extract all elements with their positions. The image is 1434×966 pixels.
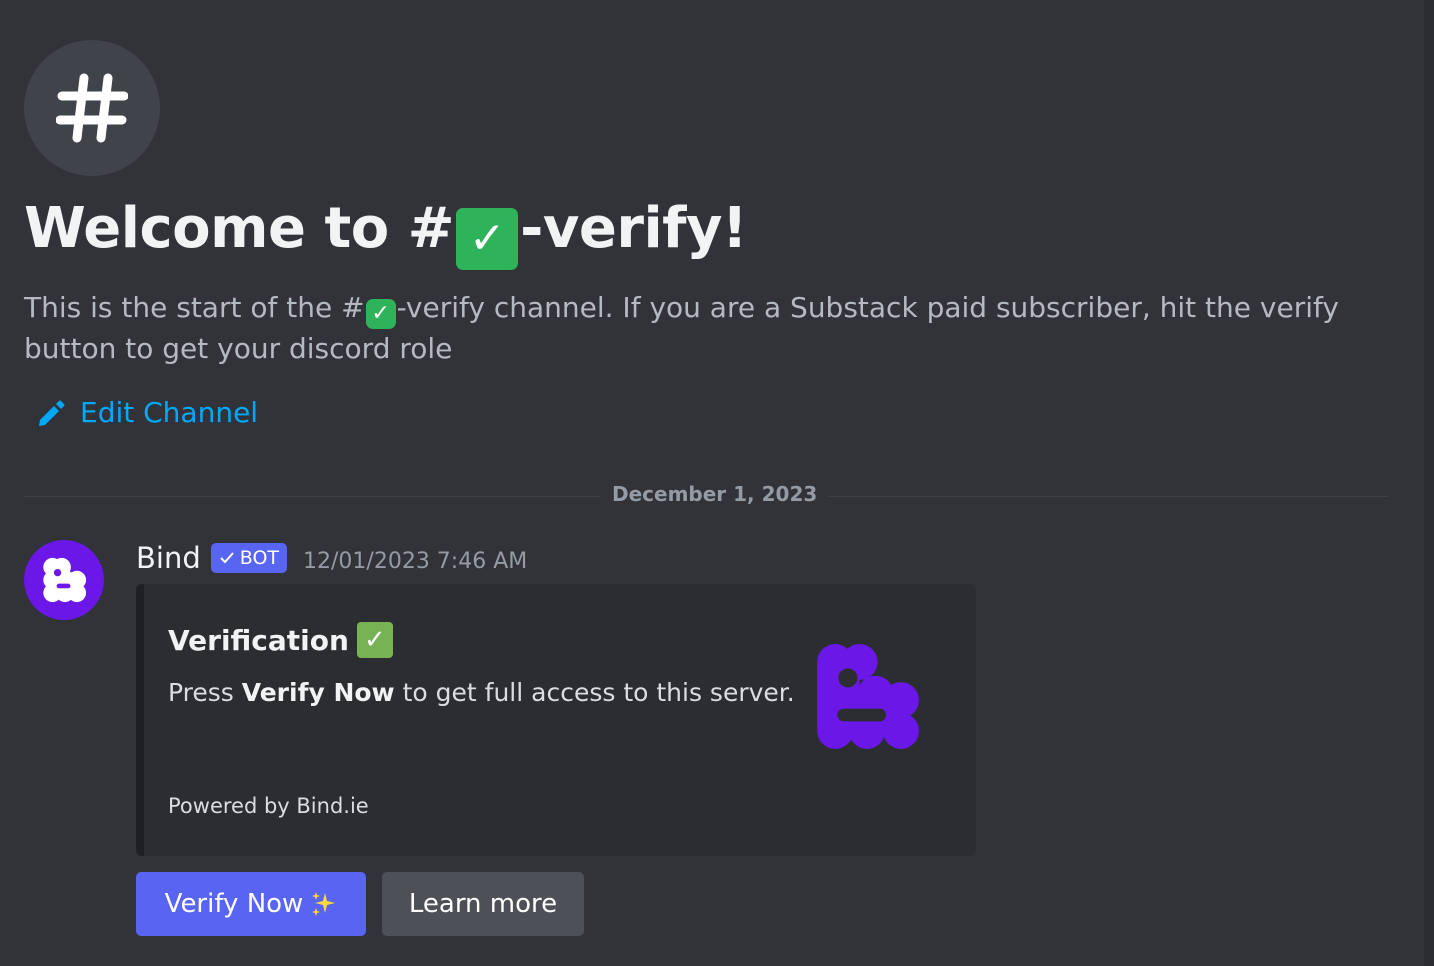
verify-now-label: Verify Now [164, 889, 304, 919]
verify-now-button[interactable]: Verify Now [136, 872, 366, 936]
channel-hash-badge [24, 40, 160, 176]
embed-description: Press Verify Now to get full access to t… [168, 678, 795, 707]
embed-description-suffix: to get full access to this server. [394, 678, 795, 707]
scrollbar-track[interactable] [1424, 0, 1434, 966]
bot-badge-label: BOT [239, 547, 280, 569]
learn-more-label: Learn more [408, 889, 558, 919]
channel-description: This is the start of the # ✓ -verify chann… [24, 288, 1394, 369]
embed-title-text: Verification [168, 623, 349, 657]
message-timestamp[interactable]: 12/01/2023 7:46 AM [303, 543, 527, 574]
welcome-title: Welcome to # ✓ -verify! [24, 196, 748, 270]
welcome-title-suffix: -verify! [520, 196, 748, 261]
embed-title: Verification ✓ [168, 622, 393, 658]
channel-description-prefix: This is the start of the # [24, 291, 365, 324]
channel-view: Welcome to # ✓ -verify! This is the start … [0, 0, 1434, 966]
message-embed: Verification ✓ Press Verify Now to get f… [136, 584, 976, 856]
edit-channel-label[interactable]: Edit Channel [80, 396, 258, 429]
check-mark-icon: ✓ [356, 622, 393, 658]
date-divider-label: December 1, 2023 [600, 482, 830, 506]
sparkles-icon [312, 892, 336, 916]
bind-logo-icon[interactable] [814, 644, 920, 750]
message-header: Bind BOT 12/01/2023 7:46 AM [136, 538, 527, 578]
bind-logo-icon [43, 557, 87, 603]
pencil-icon [39, 400, 65, 426]
welcome-title-prefix: Welcome to # [24, 196, 455, 261]
edit-channel-link[interactable]: Edit Channel [36, 396, 258, 429]
avatar[interactable] [24, 540, 104, 620]
hash-icon [56, 73, 128, 143]
embed-footer: Powered by Bind.ie [168, 794, 369, 818]
message-author[interactable]: Bind [136, 541, 201, 575]
learn-more-button[interactable]: Learn more [382, 872, 584, 936]
check-mark-icon: ✓ [456, 207, 519, 270]
bot-badge: BOT [210, 543, 288, 573]
check-icon [220, 552, 234, 564]
check-mark-icon: ✓ [365, 299, 396, 329]
embed-description-prefix: Press [168, 678, 242, 707]
embed-description-bold: Verify Now [241, 678, 395, 707]
